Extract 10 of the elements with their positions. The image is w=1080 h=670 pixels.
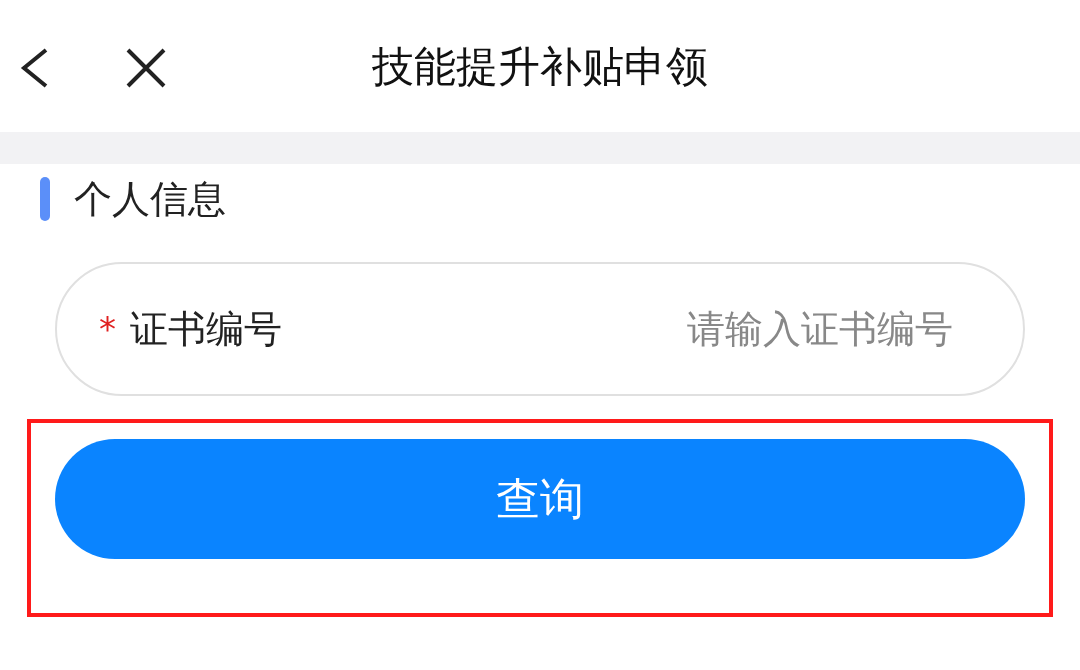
certificate-number-field[interactable]: * 证书编号 请输入证书编号 [55, 262, 1025, 396]
certificate-number-input[interactable]: 请输入证书编号 [282, 300, 953, 358]
required-mark: * [99, 307, 116, 351]
section-title: 个人信息 [74, 175, 226, 223]
field-label: 证书编号 [130, 305, 282, 353]
page-title: 技能提升补贴申领 [372, 40, 708, 93]
back-icon[interactable] [20, 48, 50, 88]
close-icon[interactable] [126, 48, 166, 88]
section-marker [40, 177, 50, 221]
query-button[interactable]: 查询 [55, 439, 1025, 559]
